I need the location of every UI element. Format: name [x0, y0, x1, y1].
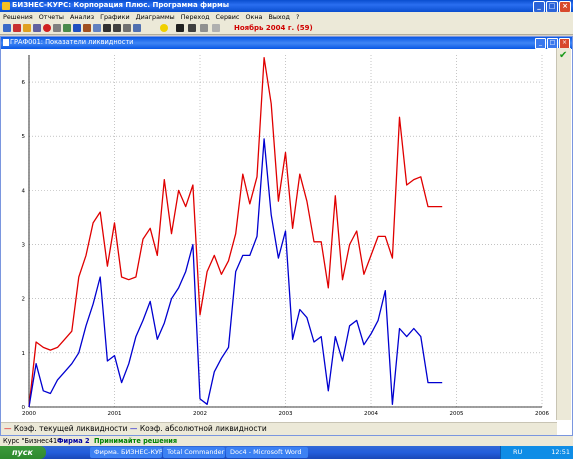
series-line-current-liquidity [28, 57, 443, 408]
y-tick-label-1: 1 [22, 351, 26, 357]
status-firm: Фирма 2 [57, 437, 90, 445]
stop-icon[interactable] [43, 24, 51, 32]
app-icon [2, 2, 10, 10]
graph-title-bar[interactable]: ГРАФ001: Показатели ликвидности _ □ × [1, 37, 572, 49]
menu-reports[interactable]: Отчеты [36, 12, 67, 22]
x-tick-label-0: 2000 [22, 411, 36, 417]
graph-title: ГРАФ001: Показатели ликвидности [10, 38, 134, 46]
menu-service[interactable]: Сервис [213, 12, 243, 22]
graph-minimize-button[interactable]: _ [535, 38, 546, 49]
task-firm[interactable]: Фирма. БИЗНЕС-КУРС [90, 447, 162, 458]
prev-icon[interactable] [188, 24, 196, 32]
x-tick-label-5: 2005 [450, 411, 464, 417]
y-tick-label-5: 5 [22, 134, 26, 140]
x-tick-label-1: 2001 [108, 411, 122, 417]
language-indicator[interactable]: RU [513, 446, 522, 459]
pause-icon[interactable] [113, 24, 121, 32]
y-tick-label-3: 3 [22, 243, 26, 249]
last-icon[interactable] [212, 24, 220, 32]
menu-decisions[interactable]: Решения [0, 12, 36, 22]
period-label: Ноябрь 2004 г. (59) [234, 24, 313, 32]
y-tick-label-4: 4 [22, 188, 26, 194]
task-word[interactable]: Doc4 - Microsoft Word [226, 447, 308, 458]
status-course: Курс "Бизнес41" [3, 437, 61, 445]
side-panel: ✔ [556, 48, 571, 420]
chart-legend: — Коэф. текущей ликвидности — Коэф. абсо… [1, 422, 557, 435]
print-icon[interactable] [63, 24, 71, 32]
graph-window: ГРАФ001: Показатели ликвидности _ □ × 01… [0, 36, 573, 436]
menu-exit[interactable]: Выход [265, 12, 293, 22]
legend-marker-absolute: — [129, 424, 138, 433]
menu-help[interactable]: ? [293, 12, 302, 22]
menu-bar: Решения Отчеты Анализ Графики Диаграммы … [0, 12, 573, 22]
info-icon[interactable] [93, 24, 101, 32]
report-icon[interactable] [3, 24, 11, 32]
y-tick-label-2: 2 [22, 297, 26, 303]
task-total-commander[interactable]: Total Commander 7.0... [163, 447, 225, 458]
forward-icon[interactable] [133, 24, 141, 32]
taskbar: пуск Фирма. БИЗНЕС-КУРС Total Commander … [0, 446, 573, 459]
x-tick-label-4: 2004 [364, 411, 378, 417]
x-tick-label-2: 2002 [193, 411, 207, 417]
calc-icon[interactable] [83, 24, 91, 32]
graph-window-icon [3, 39, 9, 46]
app-title-bar[interactable]: БИЗНЕС-КУРС: Корпорация Плюс. Программа … [0, 0, 573, 13]
x-tick-label-3: 2003 [279, 411, 293, 417]
toolbar: Ноябрь 2004 г. (59) [0, 22, 573, 35]
menu-graphs[interactable]: Графики [97, 12, 133, 22]
chart-icon[interactable] [23, 24, 31, 32]
next-icon[interactable] [103, 24, 111, 32]
system-tray: RU 12:51 [500, 446, 573, 459]
liquidity-chart: 01234562000 2001 2002 2003 2004 2005 2006 [22, 55, 549, 417]
legend-label-current: Коэф. текущей ликвидности [13, 424, 128, 433]
warning-icon[interactable] [160, 24, 168, 32]
legend-label-absolute: Коэф. абсолютной ликвидности [139, 424, 267, 433]
menu-windows[interactable]: Окна [242, 12, 265, 22]
status-action: Принимайте решения [94, 437, 178, 445]
settings-icon[interactable] [33, 24, 41, 32]
first-icon[interactable] [176, 24, 184, 32]
analysis-icon[interactable] [13, 24, 21, 32]
legend-marker-current: — [4, 424, 12, 433]
next-page-icon[interactable] [200, 24, 208, 32]
status-bar: Курс "Бизнес41" Фирма 2 Принимайте решен… [0, 436, 573, 446]
start-button[interactable]: пуск [0, 446, 46, 459]
help-icon[interactable] [73, 24, 81, 32]
y-tick-label-6: 6 [22, 80, 26, 86]
app-title: БИЗНЕС-КУРС: Корпорация Плюс. Программа … [12, 1, 230, 9]
menu-analysis[interactable]: Анализ [67, 12, 97, 22]
series-line-absolute-liquidity [28, 138, 443, 408]
back-icon[interactable] [123, 24, 131, 32]
menu-navigate[interactable]: Переход [178, 12, 213, 22]
clock: 12:51 [551, 448, 570, 456]
check-icon[interactable]: ✔ [559, 50, 567, 61]
menu-diagrams[interactable]: Диаграммы [133, 12, 178, 22]
x-tick-label-6: 2006 [535, 411, 549, 417]
tools-icon[interactable] [53, 24, 61, 32]
